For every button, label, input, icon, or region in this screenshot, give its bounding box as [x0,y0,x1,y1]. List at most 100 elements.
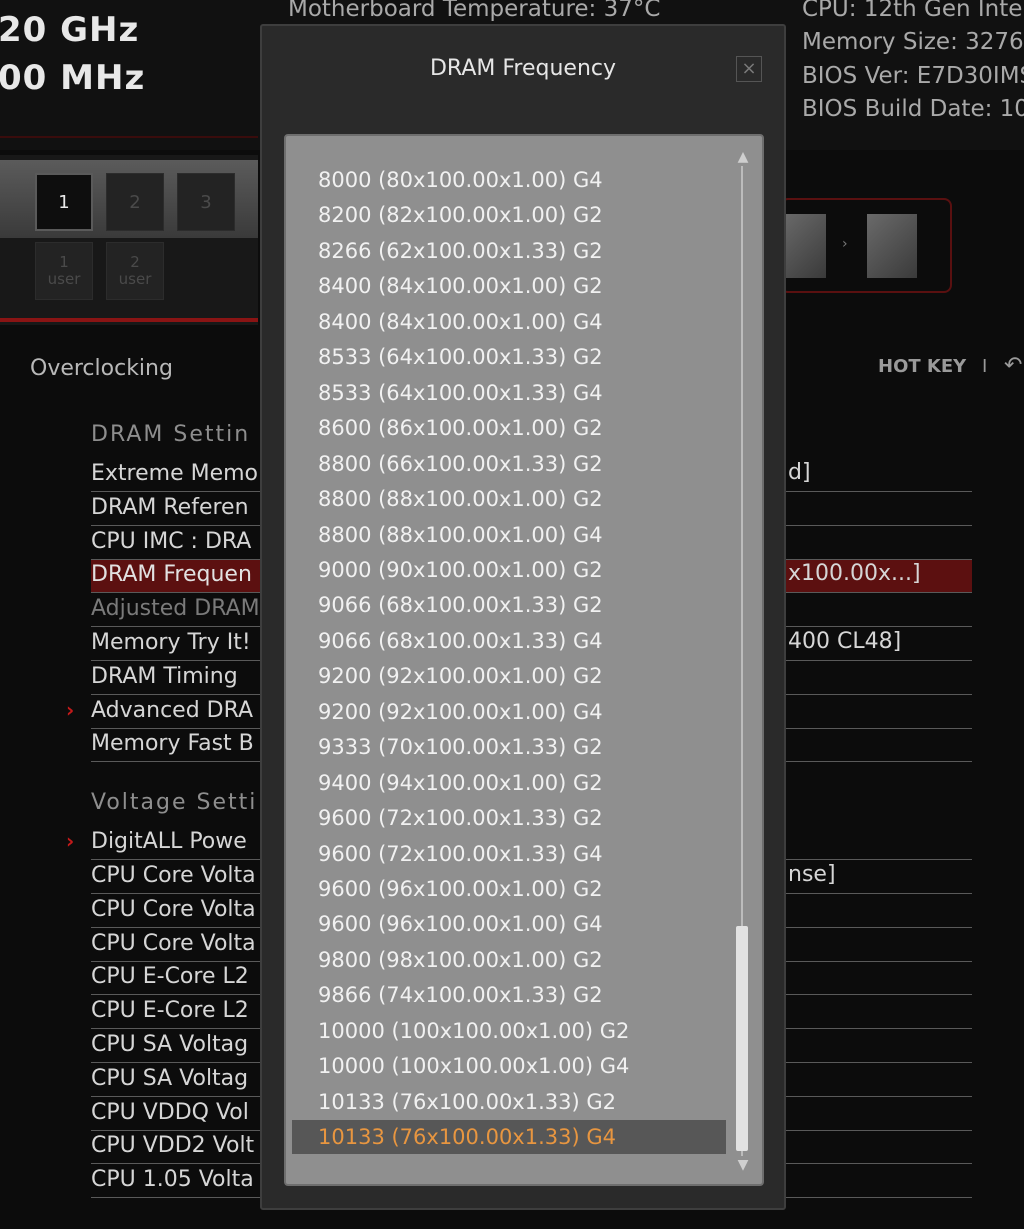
setting-item[interactable]: CPU E-Core L2 [91,962,261,996]
row-divider [786,1062,972,1063]
frequency-option[interactable]: 8800 (88x100.00x1.00) G2 [292,482,726,516]
row-divider [786,893,972,894]
frequency-option[interactable]: 8400 (84x100.00x1.00) G4 [292,305,726,339]
frequency-option[interactable]: 9800 (98x100.00x1.00) G2 [292,943,726,977]
row-divider [786,1095,972,1097]
frequency-option[interactable]: 9066 (68x100.00x1.33) G4 [292,624,726,658]
frequency-option[interactable]: 10000 (100x100.00x1.00) G4 [292,1049,726,1083]
profile-button-3[interactable]: 3 [177,173,235,231]
setting-value[interactable]: x100.00x...] [788,561,921,586]
submenu-arrow-icon: › [66,697,75,722]
bios-version: BIOS Ver: E7D30IMS [802,63,1024,89]
frequency-option-selected[interactable]: 10133 (76x100.00x1.33) G4 [292,1120,726,1155]
dram-frequency-dialog: DRAM Frequency × 8000 (80x100.00x1.00) G… [260,24,786,1210]
setting-item[interactable]: CPU VDDQ Vol [91,1098,261,1131]
setting-item[interactable]: CPU SA Voltag [91,1064,261,1097]
setting-value[interactable]: 400 CL48] [788,629,901,654]
section-title: Voltage Setti [91,790,258,816]
row-divider [786,761,972,763]
row-divider [786,1129,972,1131]
row-divider [786,491,972,492]
frequency-option[interactable]: 8200 (82x100.00x1.00) G2 [292,198,726,232]
frequency-option[interactable]: 9200 (92x100.00x1.00) G4 [292,695,726,729]
row-divider [786,1028,972,1030]
row-divider [786,727,972,729]
scrollbar[interactable]: ▲ ▼ [734,150,752,1172]
setting-item[interactable]: CPU SA Voltag [91,1030,261,1063]
user-profile-button-1[interactable]: 1 user [35,242,93,300]
row-divider [786,1197,972,1199]
setting-item[interactable]: Memory Fast B [91,729,261,763]
chevron-right-icon: › [842,236,848,252]
cpu-info: CPU: 12th Gen Intel [802,0,1024,22]
setting-item[interactable]: CPU Core Volta [91,861,261,894]
frequency-option[interactable]: 9600 (72x100.00x1.33) G4 [292,837,726,871]
hotkey-button[interactable]: HOT KEY [878,356,966,377]
header-divider [0,136,258,138]
frequency-option[interactable]: 9333 (70x100.00x1.33) G2 [292,730,726,764]
profile-button-1[interactable]: 1 [35,173,93,231]
profile-button-2[interactable]: 2 [106,173,164,231]
setting-item[interactable]: Memory Try It! [91,628,261,661]
user-profile-button-2[interactable]: 2 user [106,242,164,300]
frequency-option[interactable]: 8800 (66x100.00x1.33) G2 [292,447,726,481]
setting-item[interactable]: CPU VDD2 Volt [91,1131,261,1165]
bios-build-date: BIOS Build Date: 10 [802,96,1024,122]
mb-temperature: Motherboard Temperature: 37°C [288,0,661,22]
submenu-arrow-icon: › [66,829,75,854]
setting-item[interactable]: CPU 1.05 Volta [91,1165,261,1199]
setting-item[interactable]: DigitALL Powe [91,827,261,861]
row-divider [786,859,972,861]
setting-item[interactable]: Adjusted DRAM [91,594,261,628]
frequency-option[interactable]: 10000 (100x100.00x1.00) G2 [292,1014,726,1048]
setting-item[interactable]: CPU Core Volta [91,929,261,962]
frequency-option[interactable]: 9000 (90x100.00x1.00) G2 [292,553,726,587]
setting-item[interactable]: CPU E-Core L2 [91,996,261,1030]
frequency-list[interactable]: 8000 (80x100.00x1.00) G4 8200 (82x100.00x… [284,134,764,1186]
back-icon[interactable]: ↶ [1004,353,1022,378]
frequency-option[interactable]: 9400 (94x100.00x1.00) G2 [292,766,726,800]
setting-item[interactable]: CPU Core Volta [91,895,261,928]
section-title: DRAM Settin [91,422,251,447]
frequency-option[interactable]: 8000 (80x100.00x1.00) G4 [292,163,726,197]
frequency-option[interactable]: 9866 (74x100.00x1.33) G2 [292,978,726,1012]
breadcrumb: Overclocking [30,356,173,381]
setting-item[interactable]: Advanced DRA [91,696,261,729]
scroll-up-icon[interactable]: ▲ [734,150,752,164]
row-divider [786,524,972,526]
frequency-option[interactable]: 8800 (88x100.00x1.00) G4 [292,518,726,552]
cpu-speed: 20 GHz [0,10,140,50]
row-divider [786,926,972,928]
hotkey-separator: I [982,356,988,377]
frequency-option[interactable]: 8266 (62x100.00x1.33) G2 [292,234,726,268]
setting-value[interactable]: nse] [788,862,836,887]
row-divider [786,592,972,594]
frequency-option[interactable]: 9600 (96x100.00x1.00) G4 [292,907,726,941]
frequency-option[interactable]: 8600 (86x100.00x1.00) G2 [292,411,726,445]
close-icon[interactable]: × [736,56,762,82]
setting-item[interactable]: Extreme Memo [91,459,261,492]
setting-value[interactable]: d] [788,460,811,485]
scroll-down-icon[interactable]: ▼ [734,1158,752,1172]
row-divider [786,693,972,695]
frequency-option[interactable]: 10133 (76x100.00x1.33) G2 [292,1085,726,1119]
frequency-option[interactable]: 9600 (96x100.00x1.00) G2 [292,872,726,906]
setting-item[interactable]: DRAM Timing [91,662,261,695]
setting-item-selected[interactable]: DRAM Frequen [91,560,261,594]
frequency-option[interactable]: 9200 (92x100.00x1.00) G2 [292,659,726,693]
ddr-speed: 00 MHz [0,58,146,98]
frequency-option[interactable]: 9600 (72x100.00x1.33) G2 [292,801,726,835]
boot-device-tile[interactable] [782,214,826,278]
frequency-option[interactable]: 8533 (64x100.00x1.33) G2 [292,340,726,374]
dialog-title: DRAM Frequency [429,56,616,81]
frequency-option[interactable]: 8533 (64x100.00x1.33) G4 [292,376,726,410]
scrollbar-thumb[interactable] [736,926,748,1151]
setting-item[interactable]: DRAM Referen [91,493,261,526]
setting-item[interactable]: CPU IMC : DRA [91,527,261,560]
memory-size: Memory Size: 32768 [802,29,1024,55]
frequency-option[interactable]: 8400 (84x100.00x1.00) G2 [292,269,726,303]
row-divider [786,660,972,661]
frequency-option[interactable]: 9066 (68x100.00x1.33) G2 [292,588,726,622]
boot-device-tile[interactable] [867,214,917,278]
row-divider [786,626,972,628]
